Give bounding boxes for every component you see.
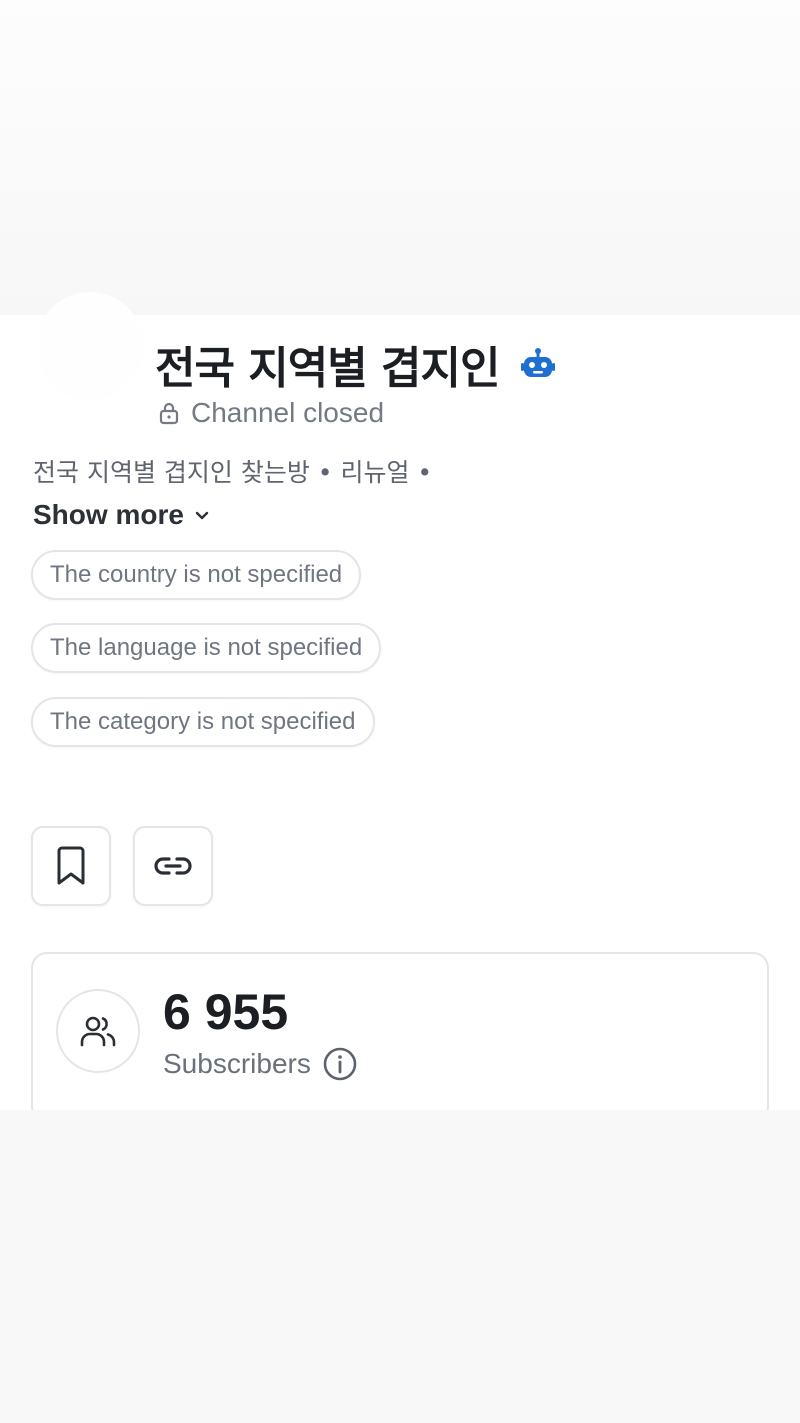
users-icon-badge (56, 989, 140, 1073)
channel-page: 전국 지역별 겹지인 Channel closed 전국 지역별 겹지인 찾는방… (0, 0, 800, 1423)
info-icon[interactable] (322, 1046, 358, 1082)
users-icon (80, 1016, 116, 1047)
subscribers-label-row: Subscribers (163, 1045, 358, 1083)
stats-clip: 6 955 Subscribers (0, 0, 800, 1110)
subscribers-card (31, 952, 769, 1110)
subscribers-label: Subscribers (163, 1048, 311, 1079)
lower-blank-area (0, 1110, 800, 1423)
subscribers-count: 6 955 (163, 984, 289, 1040)
